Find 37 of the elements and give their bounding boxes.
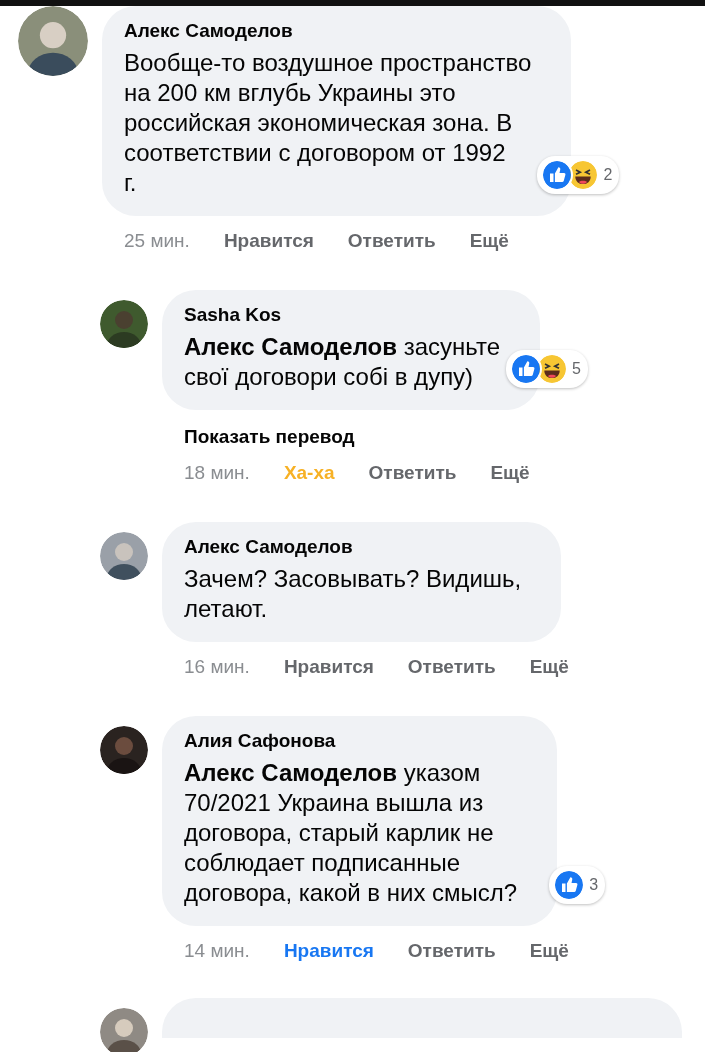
action-link[interactable]: Ещё: [529, 940, 569, 962]
action-link[interactable]: Нравится: [223, 230, 314, 252]
comment-text: Вообще-то воздушное пространство на 200 км вглубь Украины это российская экономическая зона. В соответствии с договором от 1992 г.: [124, 48, 532, 198]
reaction-count: 2: [603, 166, 613, 184]
comment-text: Алекс Самоделов указом 70/2021 Украина вышла из договора, старый карлик не соблюдает подписанные договора, какой в них смысл?: [184, 758, 518, 908]
action-link[interactable]: Ответить: [407, 656, 496, 678]
action-link[interactable]: Ещё: [469, 230, 509, 252]
show-translation-link[interactable]: Показать перевод: [184, 426, 540, 448]
timestamp: 16 мин.: [184, 656, 250, 678]
reactions-badge[interactable]: 5: [506, 350, 588, 388]
reactions-badge[interactable]: 3: [549, 866, 606, 904]
avatar[interactable]: [100, 300, 148, 348]
timestamp: 18 мин.: [184, 462, 250, 484]
action-link[interactable]: Ответить: [407, 940, 496, 962]
avatar[interactable]: [100, 726, 148, 774]
reaction-count: 5: [572, 360, 581, 378]
author-name[interactable]: Sasha Kos: [184, 304, 500, 326]
reaction-count: 3: [589, 876, 599, 894]
avatar[interactable]: [100, 1008, 148, 1052]
action-link[interactable]: Нравится: [283, 940, 374, 962]
comment-text: Алекс Самоделов засуньте свої договори собі в дупу): [184, 332, 500, 392]
author-name[interactable]: Алия Сафонова: [184, 730, 518, 752]
timestamp: 25 мин.: [124, 230, 190, 252]
author-name[interactable]: Алекс Самоделов: [184, 536, 522, 558]
action-link[interactable]: Ответить: [347, 230, 436, 252]
avatar[interactable]: [100, 532, 148, 580]
author-name[interactable]: Алекс Самоделов: [124, 20, 532, 42]
action-link[interactable]: Нравится: [283, 656, 374, 678]
action-link[interactable]: Ещё: [529, 656, 569, 678]
action-link[interactable]: Ответить: [368, 462, 457, 484]
timestamp: 14 мин.: [184, 940, 250, 962]
comment-text: Зачем? Засовывать? Видишь, летают.: [184, 564, 522, 624]
action-link[interactable]: Ещё: [490, 462, 530, 484]
reactions-badge[interactable]: 2: [537, 156, 620, 194]
like-icon: [553, 869, 586, 901]
like-icon: [541, 159, 574, 191]
like-icon: [510, 353, 543, 385]
